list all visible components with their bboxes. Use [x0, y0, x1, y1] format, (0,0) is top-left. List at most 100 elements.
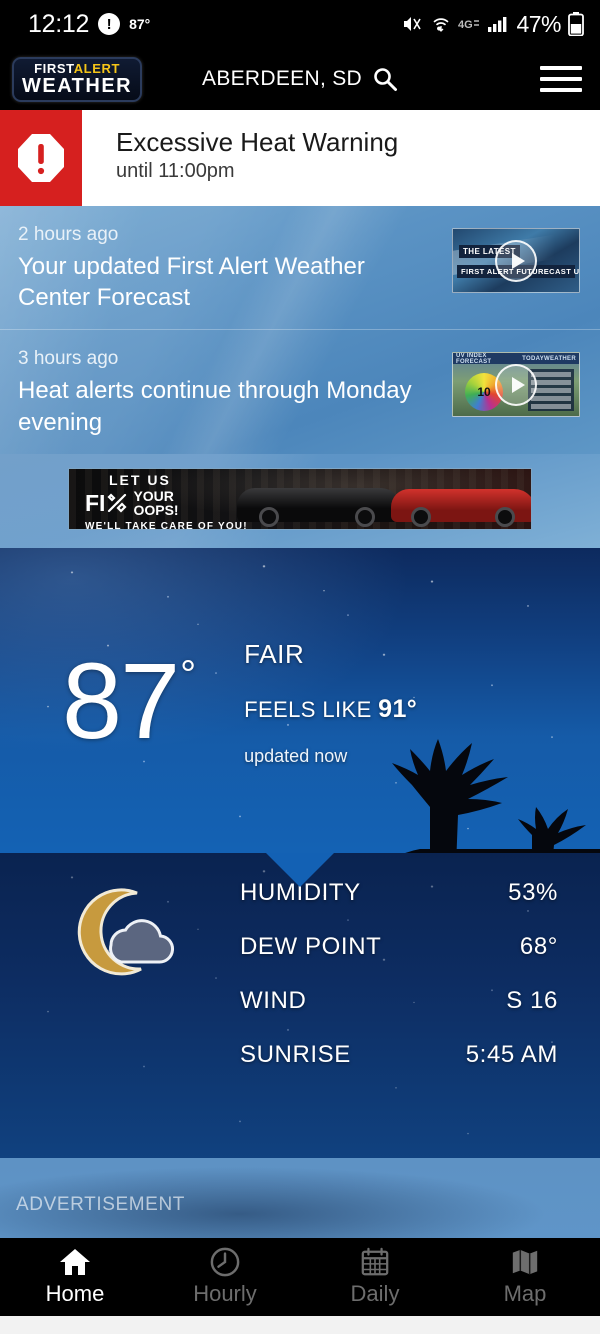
wheel [411, 506, 431, 527]
moon-cloud-icon [65, 883, 175, 983]
news-copy: 3 hours ago Heat alerts continue through… [18, 348, 438, 437]
updated-text: updated now [244, 746, 348, 767]
wheel [259, 506, 279, 527]
status-alert-badge-icon: ! [98, 13, 121, 35]
news-timestamp: 2 hours ago [18, 224, 119, 245]
tab-daily[interactable]: Daily [300, 1247, 450, 1307]
location-selector[interactable]: ABERDEEN, SD [202, 66, 398, 92]
hamburger-bar [540, 66, 582, 70]
hamburger-bar [540, 77, 582, 81]
tab-home[interactable]: Home [0, 1247, 150, 1307]
tab-label: Hourly [193, 1280, 257, 1306]
degree-symbol: ° [180, 652, 196, 697]
wifi-icon [431, 15, 451, 33]
current-conditions-hero[interactable]: 87° FAIR FEELS LIKE 91° updated now [0, 547, 600, 853]
ad-oops-text: OOPS! [133, 502, 179, 519]
warning-octagon-icon [16, 132, 66, 184]
list-item[interactable]: 3 hours ago Heat alerts continue through… [0, 329, 600, 453]
ad-black-car [237, 487, 402, 527]
detail-label: DEW POINT [240, 932, 382, 960]
bottom-tab-bar: Home Hourly Daily Map [0, 1237, 600, 1316]
current-temperature: 87° [62, 646, 196, 754]
uv-panel-row [531, 380, 571, 386]
tab-label: Home [45, 1280, 105, 1306]
status-time: 12:12 [28, 9, 90, 38]
tab-label: Daily [350, 1280, 400, 1306]
feels-like-value: 91° [378, 695, 418, 724]
detail-row-wind: WIND S 16 [240, 987, 558, 1015]
first-alert-weather-logo[interactable]: FIRSTALERT WEATHER [12, 56, 143, 102]
app-header: FIRSTALERT WEATHER ABERDEEN, SD [0, 48, 600, 110]
mute-icon [402, 15, 424, 33]
android-system-nav [0, 1315, 600, 1334]
detail-value: 68° [519, 932, 558, 960]
status-bar-left: 12:12 ! 87° [28, 10, 150, 39]
news-thumbnail[interactable]: THE LATEST FIRST ALERT FUTURECAST UPDATE [452, 228, 580, 293]
uv-panel-row [531, 372, 571, 378]
detail-value: 53% [508, 878, 558, 906]
ad-banner[interactable]: LET US FI YOUR OOPS! WE'LL TAKE CARE OF [68, 467, 532, 530]
detail-label: SUNRISE [240, 1040, 351, 1068]
advertisement-label: ADVERTISEMENT [16, 1193, 185, 1215]
wrench-screwdriver-icon [105, 492, 129, 514]
uv-panel-row [531, 388, 571, 394]
status-bar-right: 4G 47% [402, 11, 584, 38]
battery-percent: 47% [516, 10, 561, 37]
logo-top-line: FIRSTALERT [22, 62, 132, 75]
weather-alert-banner[interactable]: Excessive Heat Warning until 11:00pm [0, 110, 600, 206]
tab-label: Map [503, 1280, 547, 1306]
current-temperature-value: 87 [62, 639, 180, 761]
clock-icon [209, 1247, 241, 1277]
ad-your-oops: YOUR OOPS! [133, 489, 178, 518]
hamburger-bar [540, 88, 582, 92]
ad-your-text: YOUR [133, 487, 174, 504]
wheel [495, 506, 515, 527]
network-4g-icon: 4G [458, 17, 480, 31]
feels-like-row: FEELS LIKE 91° [244, 695, 417, 724]
battery-icon [568, 12, 584, 36]
play-icon[interactable] [495, 239, 537, 282]
search-icon[interactable] [372, 66, 398, 92]
logo-alert-text: ALERT [73, 60, 121, 76]
uv-index-value: 10 [477, 385, 491, 400]
home-icon [59, 1247, 91, 1277]
details-inner: HUMIDITY 53% DEW POINT 68° WIND S 16 SUN… [0, 853, 600, 1158]
hamburger-menu-icon[interactable] [540, 66, 582, 92]
ad-line-2: FI YOUR OOPS! [85, 489, 248, 518]
thumbnail-uv-bar: UV INDEX FORECAST TODAY WEATHER [453, 353, 579, 365]
ad-fix-text: FI [85, 489, 106, 516]
news-thumbnail[interactable]: UV INDEX FORECAST TODAY WEATHER 10 [452, 352, 580, 418]
feels-like-label: FEELS LIKE [244, 697, 372, 723]
news-copy: 2 hours ago Your updated First Alert Wea… [18, 224, 438, 313]
ad-red-car [391, 488, 531, 527]
svg-text:4G: 4G [458, 19, 473, 31]
ad-line-3: WE'LL TAKE CARE OF YOU! [85, 521, 248, 530]
calendar-icon [359, 1247, 391, 1277]
signal-icon [487, 15, 509, 33]
ad-line-1: LET US [109, 471, 171, 488]
thumbnail-label-far-right: WEATHER [544, 355, 576, 362]
news-timestamp: 3 hours ago [18, 348, 119, 370]
advertisement-placeholder[interactable]: ADVERTISEMENT [0, 1157, 600, 1238]
detail-row-sunrise: SUNRISE 5:45 AM [240, 1041, 558, 1069]
play-icon[interactable] [495, 363, 537, 406]
alert-text-container: Excessive Heat Warning until 11:00pm [82, 110, 398, 206]
condition-text: FAIR [244, 639, 305, 670]
thumbnail-label-right: TODAY [522, 355, 544, 362]
wheel [355, 506, 375, 527]
ad-banner-container: LET US FI YOUR OOPS! WE'LL TAKE CARE OF [0, 454, 600, 548]
alert-title: Excessive Heat Warning [116, 127, 399, 157]
tab-map[interactable]: Map [450, 1247, 600, 1307]
details-rows: HUMIDITY 53% DEW POINT 68° WIND S 16 SUN… [240, 853, 600, 1158]
map-icon [509, 1247, 541, 1277]
hero-content: 87° FAIR FEELS LIKE 91° updated now [0, 548, 600, 853]
news-headline: Your updated First Alert Weather Center … [18, 253, 365, 312]
panel-notch [266, 852, 334, 887]
tab-hourly[interactable]: Hourly [150, 1247, 300, 1307]
news-list: 2 hours ago Your updated First Alert Wea… [0, 206, 600, 454]
current-details-panel: HUMIDITY 53% DEW POINT 68° WIND S 16 SUN… [0, 852, 600, 1158]
phone-screen: 12:12 ! 87° 4G 47% FIRSTALERT WEATHER AB… [0, 0, 600, 1334]
detail-value: S 16 [506, 986, 558, 1014]
condition-column: FAIR FEELS LIKE 91° updated now [244, 639, 417, 767]
list-item[interactable]: 2 hours ago Your updated First Alert Wea… [0, 206, 600, 329]
